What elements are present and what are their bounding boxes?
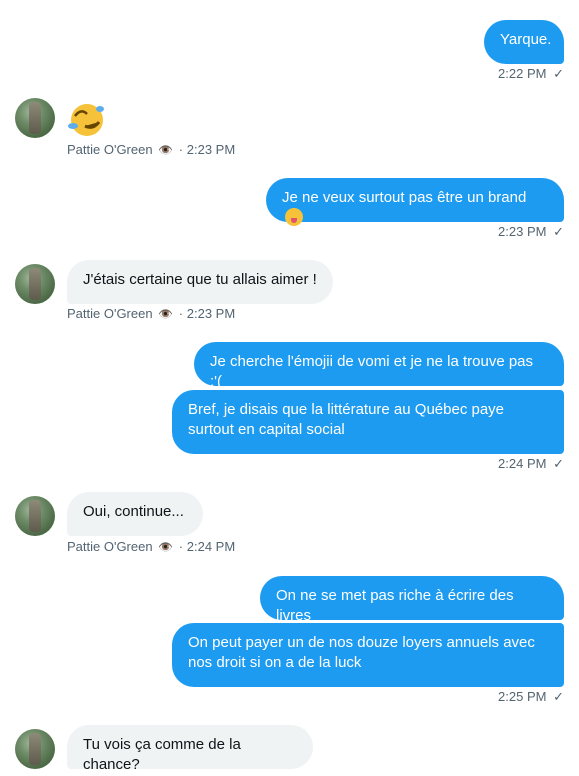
separator: ·: [178, 306, 184, 321]
incoming-message-bubble[interactable]: J'étais certaine que tu allais aimer !: [67, 260, 333, 304]
avatar[interactable]: [15, 98, 55, 138]
outgoing-message-bubble[interactable]: On peut payer un de nos douze loyers ann…: [172, 623, 564, 687]
timestamp: 2:23 PM: [186, 142, 236, 157]
message-text: On peut payer un de nos douze loyers ann…: [188, 634, 535, 671]
message-meta: 2:22 PM ✓: [498, 66, 564, 82]
outgoing-message-bubble[interactable]: Bref, je disais que la littérature au Qu…: [172, 390, 564, 454]
seen-icon: 👁️: [158, 307, 174, 321]
sent-check-icon: ✓: [553, 66, 564, 81]
timestamp: 2:25 PM: [498, 689, 547, 704]
sender-name: Pattie O'Green: [67, 306, 153, 321]
timestamp: 2:22 PM: [498, 66, 547, 81]
message-meta: 2:23 PM ✓: [498, 224, 564, 240]
seen-icon: 👁️: [158, 143, 174, 157]
message-meta: 2:24 PM ✓: [498, 456, 564, 472]
incoming-message-bubble[interactable]: Oui, continue...: [67, 492, 203, 536]
message-meta: Pattie O'Green 👁️ · 2:23 PM: [67, 306, 235, 321]
message-text: Bref, je disais que la littérature au Qu…: [188, 401, 505, 438]
sent-check-icon: ✓: [553, 456, 564, 471]
timestamp: 2:23 PM: [186, 306, 236, 321]
sent-check-icon: ✓: [553, 689, 564, 704]
outgoing-message-bubble[interactable]: Yarque.: [484, 20, 564, 64]
message-text: Tu vois ça comme de la chance?: [83, 736, 241, 773]
avatar[interactable]: [15, 264, 55, 304]
seen-icon: 👁️: [158, 540, 174, 554]
sent-check-icon: ✓: [553, 224, 564, 239]
sender-name: Pattie O'Green: [67, 539, 153, 554]
outgoing-message-bubble[interactable]: Je ne veux surtout pas être un brand: [266, 178, 564, 226]
message-meta: Pattie O'Green 👁️ · 2:23 PM: [67, 142, 235, 157]
timestamp: 2:23 PM: [498, 224, 547, 239]
message-text: On ne se met pas riche à écrire des livr…: [276, 587, 514, 624]
squinting-tongue-emoji: [285, 208, 303, 226]
sender-name: Pattie O'Green: [67, 142, 153, 157]
separator: ·: [178, 539, 184, 554]
timestamp: 2:24 PM: [186, 539, 236, 554]
avatar[interactable]: [15, 496, 55, 536]
message-text: Je ne veux surtout pas être un brand: [282, 189, 527, 206]
message-text: Oui, continue...: [83, 503, 184, 520]
outgoing-message-bubble[interactable]: Je cherche l'émojii de vomi et je ne la …: [194, 342, 564, 390]
incoming-message-bubble[interactable]: Tu vois ça comme de la chance?: [67, 725, 313, 773]
message-text: Yarque.: [500, 31, 552, 48]
avatar[interactable]: [15, 729, 55, 769]
message-text: Je cherche l'émojii de vomi et je ne la …: [210, 353, 534, 390]
separator: ·: [178, 142, 184, 157]
rolling-on-floor-laughing-emoji: [68, 104, 104, 136]
message-text: J'étais certaine que tu allais aimer !: [83, 271, 317, 288]
outgoing-message-bubble[interactable]: On ne se met pas riche à écrire des livr…: [260, 576, 564, 624]
message-meta: Pattie O'Green 👁️ · 2:24 PM: [67, 539, 235, 554]
timestamp: 2:24 PM: [498, 456, 547, 471]
message-meta: 2:25 PM ✓: [498, 689, 564, 705]
